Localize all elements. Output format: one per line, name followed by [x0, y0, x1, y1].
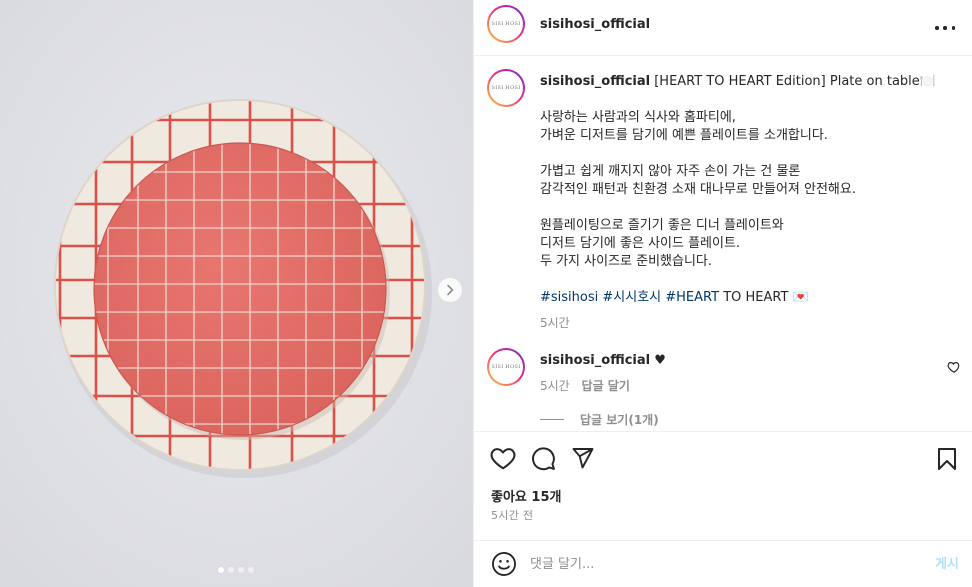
- comment: sisihosi_official ♥: [540, 353, 666, 368]
- bookmark-icon[interactable]: [937, 447, 957, 471]
- caption-username[interactable]: sisihosi_official: [540, 74, 650, 89]
- replies-divider: [540, 419, 564, 420]
- caption-line: [540, 199, 955, 217]
- add-comment-bar: 게시: [474, 540, 972, 587]
- avatar-logo: SISI HOSI: [489, 71, 523, 105]
- posted-time[interactable]: 5시간 전: [491, 507, 533, 523]
- avatar[interactable]: SISI HOSI: [487, 5, 525, 43]
- avatar-logo: SISI HOSI: [489, 350, 523, 384]
- hashtag-tail: TO HEART 💌: [719, 290, 809, 305]
- heart-outline-icon[interactable]: [947, 360, 961, 374]
- slide-indicator: [218, 567, 254, 573]
- next-slide-button[interactable]: [438, 278, 462, 302]
- reply-button[interactable]: 답글 달기: [582, 379, 630, 393]
- slide-dot: [228, 567, 234, 573]
- caption-line: 가벼운 디저트를 담기에 예쁜 플레이트를 소개합니다.: [540, 128, 828, 143]
- comment-text: ♥: [650, 353, 666, 368]
- instagram-post: SISI HOSI sisihosi_official SISI HOSI si…: [0, 0, 972, 587]
- post-media[interactable]: [0, 0, 473, 587]
- view-replies-label: 답글 보기(1개): [580, 413, 659, 427]
- post-header: SISI HOSI sisihosi_official: [474, 0, 972, 56]
- post-panel: SISI HOSI sisihosi_official SISI HOSI si…: [473, 0, 972, 587]
- chevron-right-icon: [447, 284, 454, 296]
- avatar-logo: SISI HOSI: [489, 7, 523, 41]
- caption-hashtags: #sisihosi #시시호시 #HEART TO HEART 💌: [540, 289, 955, 307]
- caption-line: 두 가지 사이즈로 준비했습니다.: [540, 254, 713, 269]
- hashtag-link[interactable]: #시시호시: [602, 290, 661, 305]
- more-horizontal-icon: [935, 26, 939, 30]
- paper-plane-icon[interactable]: [570, 446, 595, 470]
- smiley-icon[interactable]: [491, 551, 517, 577]
- slide-dot: [238, 567, 244, 573]
- caption-line: 감각적인 패턴과 친환경 소재 대나무로 만들어져 안전해요.: [540, 182, 856, 197]
- caption-line: 사랑하는 사람과의 식사와 홈파티에,: [540, 110, 736, 125]
- caption-line: 가볍고 쉽게 깨지지 않아 자주 손이 가는 건 물론: [540, 164, 801, 179]
- caption-title: [HEART TO HEART Edition] Plate on table🍽…: [650, 74, 936, 89]
- hashtag-link[interactable]: #HEART: [665, 290, 719, 305]
- header-username[interactable]: sisihosi_official: [540, 17, 650, 32]
- more-options-button[interactable]: [935, 18, 955, 38]
- like-count[interactable]: 좋아요 15개: [491, 486, 561, 505]
- comment-input[interactable]: [530, 553, 910, 575]
- plates-photo: [0, 0, 473, 587]
- caption-time[interactable]: 5시간: [540, 314, 955, 332]
- view-replies-button[interactable]: 답글 보기(1개): [540, 411, 659, 428]
- heart-outline-icon[interactable]: [490, 446, 516, 470]
- caption-line: 디저트 담기에 좋은 사이드 플레이트.: [540, 236, 741, 251]
- comment-meta: 5시간 답글 달기: [540, 377, 630, 394]
- comment-time[interactable]: 5시간: [540, 379, 570, 393]
- comment-avatar[interactable]: SISI HOSI: [487, 348, 525, 386]
- caption-line: [540, 145, 955, 163]
- caption-line: 원플레이팅으로 즐기기 좋은 디너 플레이트와: [540, 218, 784, 233]
- slide-dot: [248, 567, 254, 573]
- comment-bubble-icon[interactable]: [531, 446, 556, 471]
- slide-dot: [218, 567, 224, 573]
- post-comment-button[interactable]: 게시: [935, 553, 959, 572]
- caption: sisihosi_official [HEART TO HEART Editio…: [540, 73, 955, 332]
- hashtag-link[interactable]: #sisihosi: [540, 290, 598, 305]
- comment-username[interactable]: sisihosi_official: [540, 353, 650, 368]
- caption-avatar[interactable]: SISI HOSI: [487, 69, 525, 107]
